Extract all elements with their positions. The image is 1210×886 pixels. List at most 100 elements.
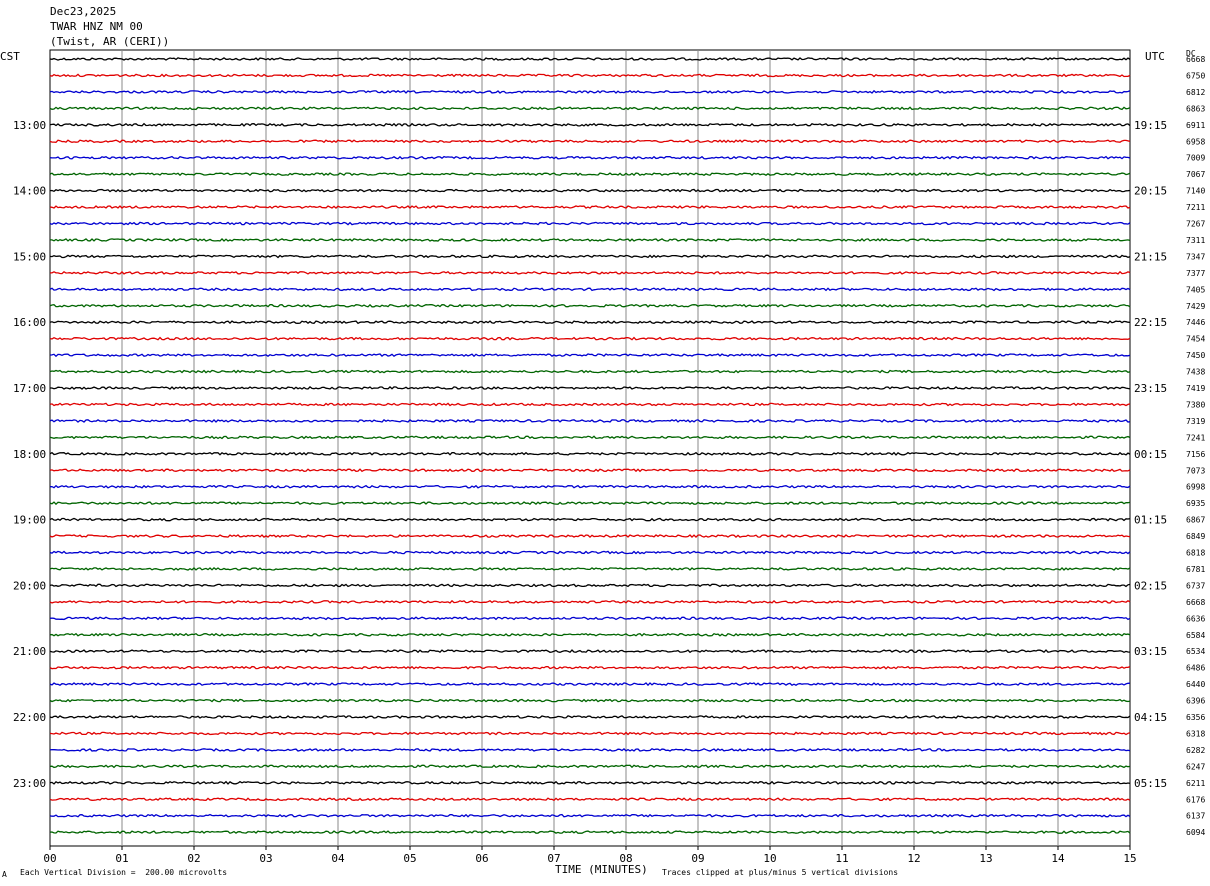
dc-offset-20: 7438 — [1186, 368, 1205, 377]
x-tick-label-00: 00 — [43, 852, 56, 865]
x-tick-label-02: 02 — [187, 852, 200, 865]
cst-time-label-1800: 18:00 — [13, 448, 46, 461]
cst-time-label-1300: 13:00 — [13, 119, 46, 132]
utc-time-label-0515: 05:15 — [1134, 777, 1167, 790]
trace-8 — [49, 172, 1131, 177]
utc-time-label-1915: 19:15 — [1134, 119, 1167, 132]
dc-offset-26: 7073 — [1186, 466, 1205, 475]
trace-28 — [49, 501, 1131, 506]
trace-43 — [49, 747, 1131, 752]
dc-offset-4: 6863 — [1186, 104, 1205, 113]
trace-6 — [49, 139, 1131, 144]
trace-22 — [49, 402, 1131, 407]
trace-14 — [49, 270, 1131, 275]
trace-29 — [49, 517, 1131, 522]
utc-time-label-0215: 02:15 — [1134, 579, 1167, 592]
dc-offset-32: 6781 — [1186, 565, 1205, 574]
dc-offset-33: 6737 — [1186, 581, 1205, 590]
trace-25 — [49, 451, 1131, 456]
trace-13 — [49, 254, 1131, 259]
trace-46 — [49, 797, 1131, 802]
x-tick-label-05: 05 — [403, 852, 416, 865]
dc-offset-36: 6584 — [1186, 631, 1205, 640]
x-tick-label-14: 14 — [1051, 852, 1065, 865]
cst-time-label-1500: 15:00 — [13, 250, 46, 263]
dc-offset-35: 6636 — [1186, 614, 1205, 623]
trace-20 — [49, 369, 1131, 374]
dc-offset-18: 7454 — [1186, 335, 1205, 344]
dc-offset-15: 7405 — [1186, 285, 1205, 294]
trace-24 — [49, 435, 1131, 440]
utc-time-label-2315: 23:15 — [1134, 382, 1167, 395]
trace-9 — [49, 188, 1131, 193]
trace-16 — [49, 303, 1131, 308]
trace-12 — [50, 237, 1131, 242]
dc-offset-17: 7446 — [1186, 318, 1205, 327]
trace-39 — [49, 682, 1131, 687]
utc-time-label-0015: 00:15 — [1134, 448, 1167, 461]
footer-corner-mark: A — [2, 870, 7, 879]
cst-time-label-2300: 23:00 — [13, 777, 46, 790]
trace-7 — [49, 155, 1131, 160]
trace-30 — [49, 534, 1131, 539]
dc-offset-29: 6867 — [1186, 516, 1205, 525]
dc-offset-37: 6534 — [1186, 647, 1205, 656]
dc-offset-5: 6911 — [1186, 121, 1205, 130]
x-tick-label-01: 01 — [115, 852, 128, 865]
trace-37 — [49, 649, 1131, 654]
trace-17 — [49, 320, 1131, 325]
cst-time-label-1400: 14:00 — [13, 185, 46, 198]
x-tick-label-12: 12 — [907, 852, 920, 865]
dc-offset-46: 6176 — [1186, 795, 1205, 804]
x-tick-label-15: 15 — [1123, 852, 1136, 865]
dc-offset-16: 7429 — [1186, 302, 1205, 311]
dc-offset-21: 7419 — [1186, 384, 1205, 393]
trace-1 — [49, 57, 1131, 61]
trace-4 — [49, 106, 1131, 111]
trace-42 — [49, 731, 1131, 736]
x-tick-label-03: 03 — [259, 852, 272, 865]
trace-11 — [49, 221, 1131, 226]
dc-offset-14: 7377 — [1186, 269, 1205, 278]
trace-45 — [49, 780, 1131, 785]
cst-time-label-1700: 17:00 — [13, 382, 46, 395]
trace-40 — [49, 698, 1131, 703]
dc-offset-3: 6812 — [1186, 88, 1205, 97]
dc-offset-34: 6668 — [1186, 598, 1205, 607]
trace-10 — [49, 205, 1131, 210]
trace-41 — [49, 715, 1131, 719]
dc-offset-45: 6211 — [1186, 779, 1205, 788]
utc-time-label-2115: 21:15 — [1134, 250, 1167, 263]
trace-36 — [49, 632, 1131, 637]
dc-offset-7: 7009 — [1186, 154, 1205, 163]
trace-34 — [49, 599, 1131, 604]
trace-26 — [49, 468, 1131, 473]
trace-27 — [49, 484, 1131, 489]
dc-offset-19: 7450 — [1186, 351, 1205, 360]
dc-offset-38: 6486 — [1186, 664, 1205, 673]
dc-offset-47: 6137 — [1186, 812, 1205, 821]
x-tick-label-06: 06 — [475, 852, 488, 865]
helicorder-plot: 00 01 02 03 04 05 06 07 08 09 10 11 12 13 14 1566686750… — [13, 49, 1205, 865]
x-tick-label-04: 04 — [331, 852, 345, 865]
cst-time-label-2100: 21:00 — [13, 645, 46, 658]
trace-2 — [49, 73, 1131, 78]
trace-44 — [49, 764, 1131, 769]
utc-time-label-2015: 20:15 — [1134, 185, 1167, 198]
dc-offset-23: 7319 — [1186, 417, 1205, 426]
trace-32 — [49, 566, 1131, 571]
trace-33 — [49, 583, 1131, 588]
cst-time-label-2200: 22:00 — [13, 711, 46, 724]
plot-frame — [49, 49, 1131, 847]
dc-offset-28: 6935 — [1186, 499, 1205, 508]
trace-38 — [49, 665, 1131, 670]
dc-offset-39: 6440 — [1186, 680, 1205, 689]
dc-offset-30: 6849 — [1186, 532, 1205, 541]
cst-time-label-1900: 19:00 — [13, 514, 46, 527]
trace-35 — [49, 616, 1131, 621]
dc-offset-42: 6318 — [1186, 729, 1205, 738]
trace-31 — [49, 550, 1131, 555]
footer-clip-note: Traces clipped at plus/minus 5 vertical … — [662, 868, 899, 877]
utc-time-label-0415: 04:15 — [1134, 711, 1167, 724]
dc-offset-1: 6668 — [1186, 55, 1205, 64]
